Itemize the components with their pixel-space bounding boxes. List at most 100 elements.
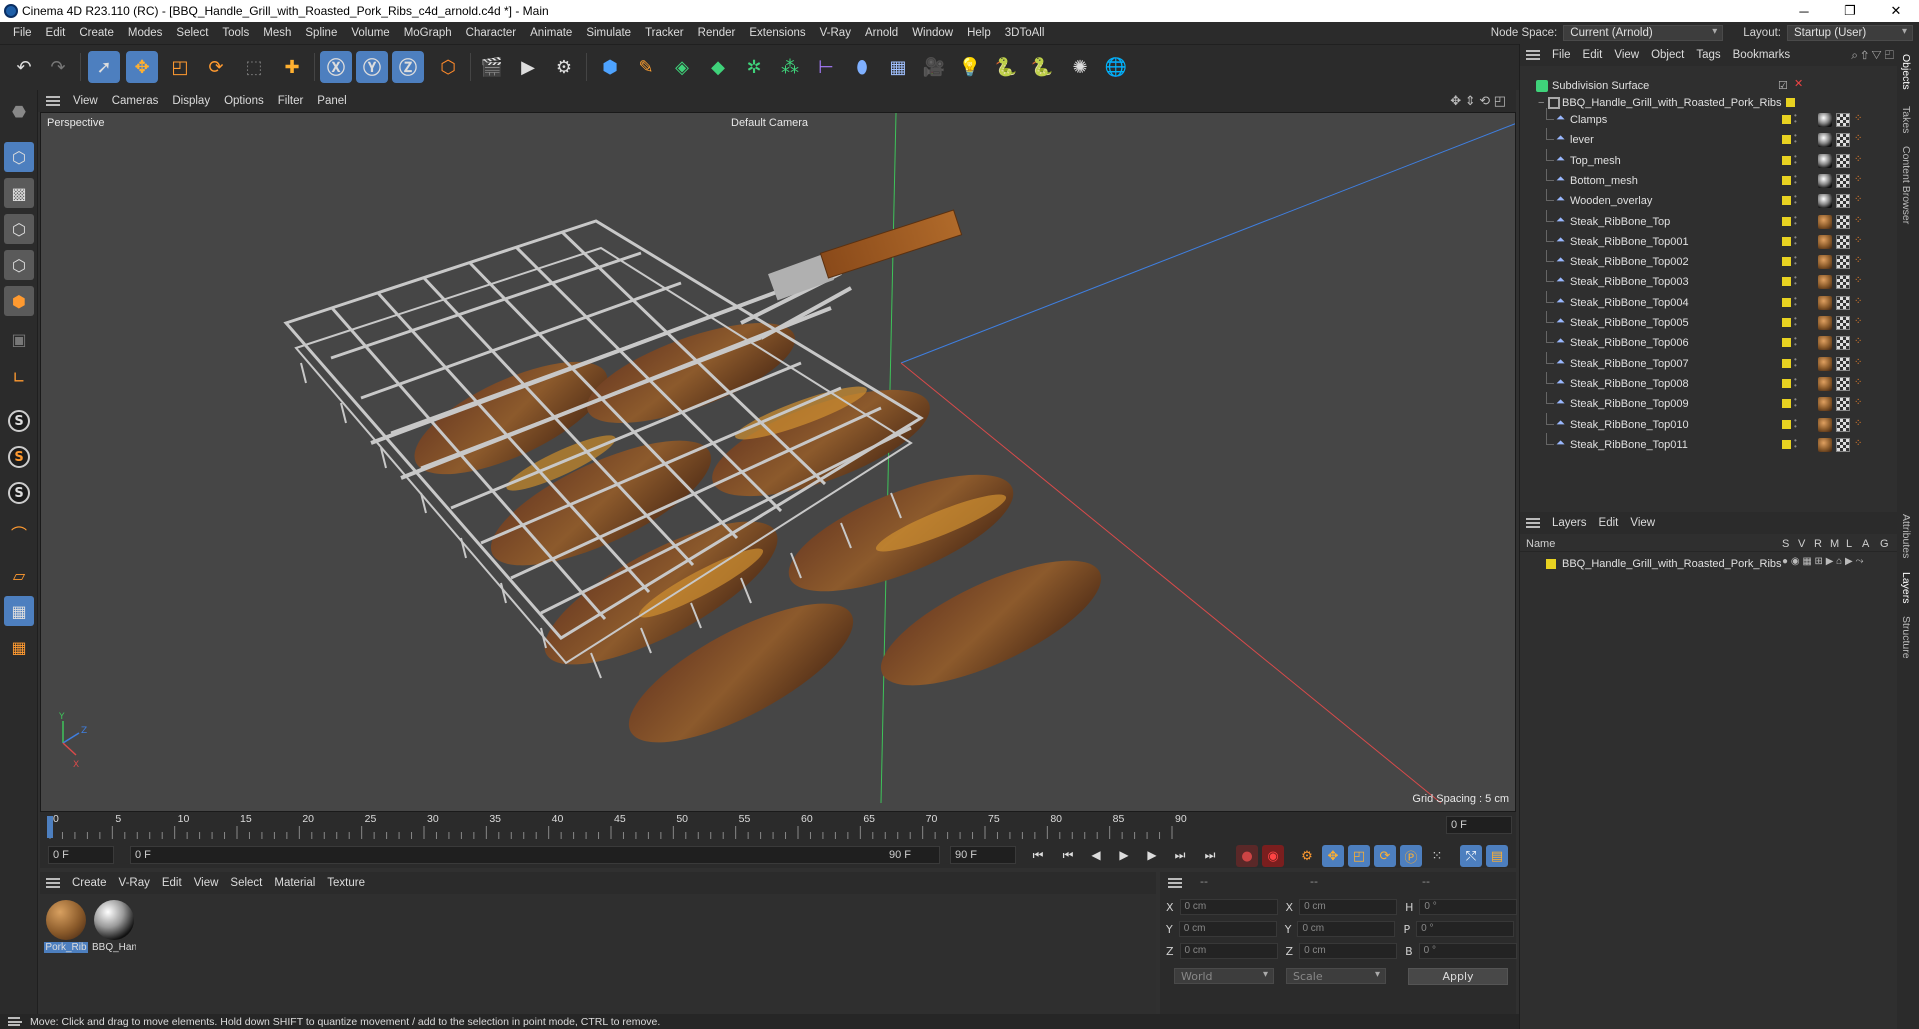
uvw-tag-icon[interactable]: [1836, 173, 1850, 188]
menu-create[interactable]: Create: [72, 27, 121, 39]
material-tag-icon[interactable]: [1818, 153, 1832, 168]
object-row-child[interactable]: ⏶ Steak_RibBone_Top008 • • ⁘: [1520, 371, 1898, 394]
menu-window[interactable]: Window: [905, 27, 960, 39]
material-tag-icon[interactable]: [1818, 397, 1832, 412]
play-icon[interactable]: ▶: [1114, 845, 1134, 865]
uvw-tag-icon[interactable]: [1836, 255, 1850, 270]
tab-objects[interactable]: Objects: [1900, 54, 1912, 90]
viewport-camera-label[interactable]: Default Camera: [731, 117, 808, 129]
visibility-dots[interactable]: • •: [1794, 416, 1798, 432]
material-tag-icon[interactable]: [1818, 133, 1832, 148]
layout-dropdown[interactable]: Startup (User): [1787, 25, 1913, 41]
phong-tag-icon[interactable]: ⁘: [1854, 438, 1868, 452]
material-hamburger-icon[interactable]: [46, 878, 60, 888]
layer-color-swatch[interactable]: [1782, 277, 1791, 287]
uvw-tag-icon[interactable]: [1836, 316, 1850, 330]
menu-arnold[interactable]: Arnold: [858, 27, 905, 39]
phong-tag-icon[interactable]: ⁘: [1854, 377, 1868, 391]
end-frame-field[interactable]: 90 F: [950, 846, 1016, 864]
close-button[interactable]: ✕: [1873, 0, 1919, 22]
phong-tag-icon[interactable]: ⁘: [1854, 275, 1868, 289]
axis-tool-icon[interactable]: ✚: [276, 51, 308, 83]
object-row-child[interactable]: ⏶ Steak_RibBone_Top011 • • ⁘: [1520, 432, 1898, 455]
preview-range-slider[interactable]: 0 F 90 F: [130, 846, 940, 864]
visibility-dots[interactable]: • •: [1794, 213, 1798, 229]
uvw-tag-icon[interactable]: [1836, 275, 1850, 290]
phong-tag-icon[interactable]: ⁘: [1854, 215, 1868, 229]
phong-tag-icon[interactable]: ⁘: [1854, 194, 1868, 208]
tree-expand-icon[interactable]: −: [1538, 97, 1544, 109]
visibility-dots[interactable]: • •: [1794, 294, 1798, 310]
apply-button[interactable]: Apply: [1408, 968, 1508, 985]
locked-workplane-icon[interactable]: ▦: [4, 632, 34, 662]
python-icon[interactable]: 🐍: [990, 51, 1022, 83]
rotation-p-field[interactable]: 0 °: [1416, 921, 1515, 937]
material-tag-icon[interactable]: [1818, 316, 1832, 330]
render-view-icon[interactable]: ▶: [512, 51, 544, 83]
uvw-tag-icon[interactable]: [1836, 397, 1850, 412]
visibility-dots[interactable]: • •: [1794, 172, 1798, 188]
texture-mode-icon[interactable]: ▩: [4, 178, 34, 208]
object-hamburger-icon[interactable]: [1526, 50, 1540, 60]
menu-mesh[interactable]: Mesh: [256, 27, 298, 39]
camera-icon[interactable]: 🎥: [918, 51, 950, 83]
layer-hamburger-icon[interactable]: [1526, 518, 1540, 528]
current-frame-field[interactable]: 0 F: [48, 846, 114, 864]
material-tag-icon[interactable]: [1818, 376, 1832, 391]
layer-color-swatch[interactable]: [1782, 297, 1791, 307]
subdivision-generator-icon[interactable]: ◈: [666, 51, 698, 83]
visibility-dots[interactable]: • •: [1794, 132, 1798, 147]
menu-tools[interactable]: Tools: [215, 27, 256, 39]
tab-content-browser[interactable]: Content Browser: [1900, 146, 1912, 224]
object-row-child[interactable]: ⏶ Steak_RibBone_Top004 • • ⁘: [1520, 290, 1898, 313]
previous-frame-icon[interactable]: ◀: [1086, 845, 1106, 865]
coordinates-hamburger-icon[interactable]: [1168, 878, 1182, 888]
viewport-menu-display[interactable]: Display: [165, 95, 217, 107]
object-menu-object[interactable]: Object: [1645, 49, 1690, 61]
phong-tag-icon[interactable]: ⁘: [1854, 133, 1868, 147]
menu-help[interactable]: Help: [960, 27, 998, 39]
deformer-icon[interactable]: ⊢: [810, 51, 842, 83]
key-rotation-icon[interactable]: ⟳: [1374, 845, 1396, 867]
position-x-field[interactable]: 0 cm: [1179, 899, 1278, 915]
layer-menu-layers[interactable]: Layers: [1546, 517, 1593, 529]
keyframe-selection-icon[interactable]: ⚙: [1296, 845, 1318, 867]
size-y-field[interactable]: 0 cm: [1297, 921, 1396, 937]
go-to-start-icon[interactable]: ⏮: [1028, 845, 1048, 865]
object-row-child[interactable]: ⏶ Clamps • • ⁘: [1520, 108, 1898, 130]
menu-tracker[interactable]: Tracker: [638, 27, 691, 39]
x-axis-lock-icon[interactable]: Ⓧ: [320, 51, 352, 83]
mograph-icon[interactable]: ⁂: [774, 51, 806, 83]
z-axis-lock-icon[interactable]: Ⓩ: [392, 51, 424, 83]
object-row-child[interactable]: ⏶ Steak_RibBone_Top007 • • ⁘: [1520, 351, 1898, 374]
edges-mode-icon[interactable]: ⬡: [4, 250, 34, 280]
phong-tag-icon[interactable]: ⁘: [1854, 418, 1868, 432]
layer-color-swatch[interactable]: [1782, 257, 1791, 267]
menu-modes[interactable]: Modes: [121, 27, 170, 39]
uvw-tag-icon[interactable]: [1836, 336, 1850, 351]
menu-volume[interactable]: Volume: [344, 27, 396, 39]
tab-layers[interactable]: Layers: [1900, 572, 1912, 604]
phong-tag-icon[interactable]: ⁘: [1854, 255, 1868, 269]
spline-pen-icon[interactable]: ✎: [630, 51, 662, 83]
3d-viewport[interactable]: Y Z X Perspective Default Camera Grid Sp…: [40, 112, 1516, 812]
visibility-dots[interactable]: • •: [1794, 355, 1798, 371]
status-hamburger-icon[interactable]: [8, 1017, 22, 1026]
light-icon[interactable]: 💡: [954, 51, 986, 83]
layer-color-swatch[interactable]: [1546, 559, 1556, 569]
key-pla-icon[interactable]: ⁙: [1426, 845, 1448, 867]
layer-color-swatch[interactable]: [1786, 98, 1795, 107]
layer-color-swatch[interactable]: [1782, 439, 1791, 449]
layer-color-swatch[interactable]: [1782, 196, 1791, 206]
material-tag-icon[interactable]: [1818, 336, 1832, 351]
rotation-h-field[interactable]: 0 °: [1419, 899, 1518, 915]
material-tag-icon[interactable]: [1818, 214, 1832, 229]
object-menu-file[interactable]: File: [1546, 49, 1577, 61]
layer-color-swatch[interactable]: [1782, 378, 1791, 388]
menu-character[interactable]: Character: [459, 27, 524, 39]
menu-extensions[interactable]: Extensions: [742, 27, 812, 39]
visibility-dots[interactable]: • •: [1794, 436, 1798, 452]
viewport-nav-icons[interactable]: ✥ ⇕ ⟲ ◰: [1450, 93, 1506, 109]
layer-color-swatch[interactable]: [1782, 318, 1791, 327]
scale-tool-icon[interactable]: ◰: [164, 51, 196, 83]
